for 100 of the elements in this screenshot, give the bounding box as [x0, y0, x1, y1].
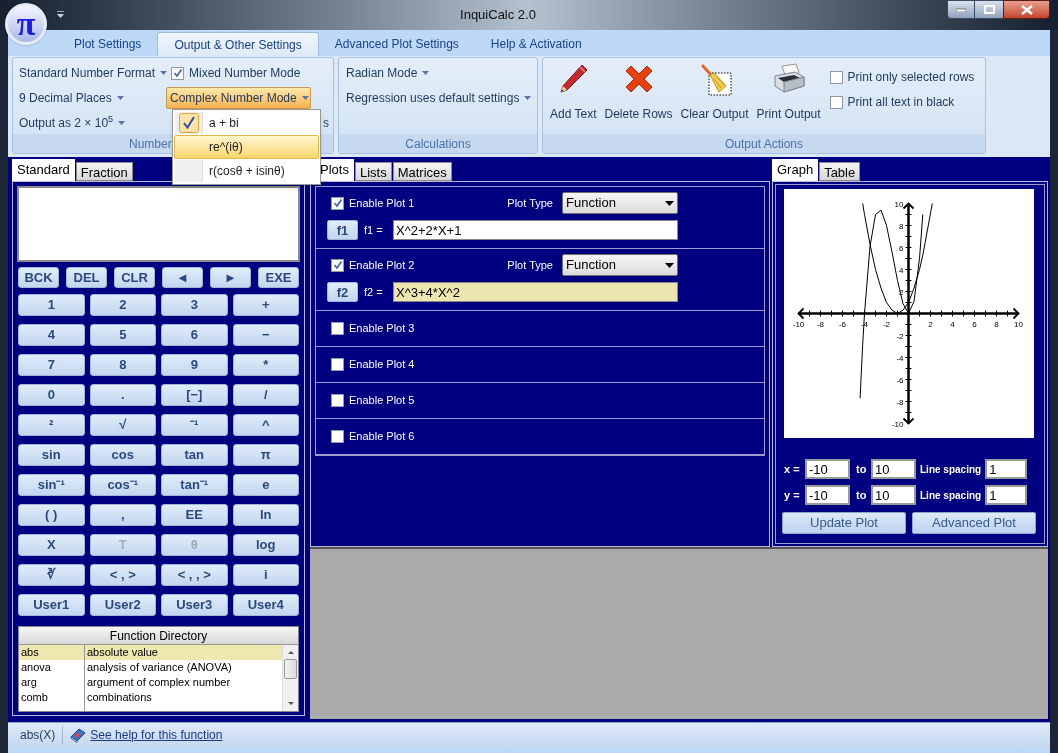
calculator-key[interactable]: π	[232, 444, 299, 466]
calculator-key[interactable]: ,	[89, 504, 156, 526]
tab[interactable]: Lists	[354, 162, 392, 181]
range-field[interactable]: -10	[805, 485, 850, 505]
list-row[interactable]: abs absolute value	[19, 645, 282, 660]
calculator-key[interactable]: −	[232, 324, 299, 346]
dropdown-button[interactable]: Radian Mode	[346, 63, 537, 83]
calculator-key[interactable]: [−]	[161, 384, 228, 406]
checkbox[interactable]	[331, 322, 344, 335]
calculator-key[interactable]: User1	[18, 594, 85, 616]
calculator-key[interactable]: 4	[18, 324, 85, 346]
ribbon-button[interactable]: Delete Rows	[603, 62, 674, 123]
scrollbar[interactable]	[282, 645, 298, 711]
calculator-key[interactable]: User3	[161, 594, 228, 616]
calculator-key[interactable]: 1	[18, 294, 85, 316]
dropdown-button[interactable]: Regression uses default settings	[346, 88, 537, 108]
calculator-key[interactable]: e	[232, 474, 299, 496]
calculator-key[interactable]: CLR	[114, 267, 155, 288]
quick-access-caret-icon[interactable]	[56, 11, 65, 19]
checkbox[interactable]	[171, 66, 184, 80]
checkbox[interactable]	[331, 394, 344, 407]
calculator-key[interactable]: sin⁻¹	[18, 474, 85, 496]
checkbox[interactable]	[331, 258, 344, 272]
range-field[interactable]: 10	[871, 459, 916, 479]
dropdown-button[interactable]: Output as 2 × 10$^{5}$	[19, 113, 171, 133]
ribbon-tab[interactable]: Output & Other Settings	[157, 32, 319, 56]
checkbox[interactable]	[829, 70, 843, 84]
ribbon-tab[interactable]: Plot Settings	[58, 32, 158, 56]
ribbon-button[interactable]: Add Text	[549, 62, 598, 123]
tab[interactable]: Fraction	[75, 162, 133, 181]
list-row[interactable]: comb combinations	[19, 690, 282, 705]
plot-type-select[interactable]: Function	[562, 254, 678, 276]
dropdown-button[interactable]: Complex Number Mode	[166, 87, 311, 109]
calculator-key[interactable]: ►	[210, 267, 251, 288]
calculator-key[interactable]: cos⁻¹	[89, 474, 156, 496]
minimize-button[interactable]	[947, 0, 975, 19]
checkbox[interactable]	[829, 95, 843, 109]
tab[interactable]: Matrices	[392, 162, 452, 181]
menu-item[interactable]: a + bi	[174, 111, 319, 135]
function-button[interactable]: f1	[327, 220, 358, 240]
equation-field[interactable]: X^2+2*X+1	[393, 220, 678, 240]
calculator-key[interactable]: tan	[161, 444, 228, 466]
calculator-key[interactable]: 9	[161, 354, 228, 376]
dropdown-button[interactable]: Standard Number Format	[19, 63, 171, 83]
ribbon-item-text[interactable]: s	[323, 114, 329, 132]
menu-item[interactable]: re^(iθ)	[174, 135, 319, 159]
range-field[interactable]: -10	[805, 459, 850, 479]
close-button[interactable]	[1003, 0, 1050, 19]
ribbon-tab[interactable]: Advanced Plot Settings	[318, 32, 475, 56]
tab[interactable]: Table	[819, 162, 861, 181]
calculator-key[interactable]: 2	[89, 294, 156, 316]
calculator-key[interactable]: 0	[18, 384, 85, 406]
help-link[interactable]: See help for this function	[90, 726, 223, 744]
calculator-key[interactable]: cos	[89, 444, 156, 466]
calculator-key[interactable]: < , >	[89, 564, 156, 586]
calculator-key[interactable]: /	[232, 384, 299, 406]
calculator-key[interactable]: √	[89, 414, 156, 436]
calculator-key[interactable]: ²	[18, 414, 85, 436]
checkbox[interactable]	[331, 358, 344, 371]
calculator-key[interactable]: EXE	[258, 267, 299, 288]
list-row[interactable]: arg argument of complex number	[19, 675, 282, 690]
calculator-key[interactable]: .	[89, 384, 156, 406]
calculator-key[interactable]: 7	[18, 354, 85, 376]
calculator-key[interactable]: sin	[18, 444, 85, 466]
calculator-key[interactable]: ◄	[162, 267, 203, 288]
calculator-key[interactable]: < , , >	[161, 564, 228, 586]
calculator-key[interactable]: User2	[89, 594, 156, 616]
calculator-key[interactable]: 8	[89, 354, 156, 376]
calculator-key[interactable]: 3	[161, 294, 228, 316]
equation-field[interactable]: X^3+4*X^2	[393, 282, 678, 302]
calculator-key[interactable]: DEL	[66, 267, 107, 288]
list-row[interactable]: anova analysis of variance (ANOVA)	[19, 660, 282, 675]
ribbon-button[interactable]: Clear Output	[679, 62, 750, 123]
calculator-key[interactable]: ⁻¹	[161, 414, 228, 436]
range-field[interactable]: 1	[985, 459, 1028, 479]
function-button[interactable]: f2	[327, 282, 358, 302]
ribbon-button[interactable]: Print Output	[755, 62, 822, 123]
calculator-key[interactable]: tan⁻¹	[161, 474, 228, 496]
calculator-key[interactable]: User4	[232, 594, 299, 616]
plot-type-select[interactable]: Function	[562, 192, 678, 214]
calculator-key[interactable]: log	[232, 534, 299, 556]
graph-button[interactable]: Advanced Plot	[912, 512, 1036, 534]
calculator-key[interactable]: ∛	[18, 564, 85, 586]
maximize-button[interactable]	[975, 0, 1003, 19]
range-field[interactable]: 10	[871, 485, 916, 505]
calculator-key[interactable]: +	[232, 294, 299, 316]
calculator-key[interactable]: 6	[161, 324, 228, 346]
checkbox[interactable]	[331, 430, 344, 443]
calculator-key[interactable]: ^	[232, 414, 299, 436]
calculator-key[interactable]: ( )	[18, 504, 85, 526]
range-field[interactable]: 1	[985, 485, 1028, 505]
ribbon-tab[interactable]: Help & Activation	[474, 32, 598, 56]
calculator-key[interactable]: i	[232, 564, 299, 586]
calculator-key[interactable]: 5	[89, 324, 156, 346]
tab[interactable]: Standard	[12, 159, 75, 181]
checkbox[interactable]	[331, 196, 344, 210]
calculator-key[interactable]: ln	[232, 504, 299, 526]
calculator-key[interactable]: *	[232, 354, 299, 376]
calculator-key[interactable]: X	[18, 534, 85, 556]
graph-button[interactable]: Update Plot	[782, 512, 906, 534]
